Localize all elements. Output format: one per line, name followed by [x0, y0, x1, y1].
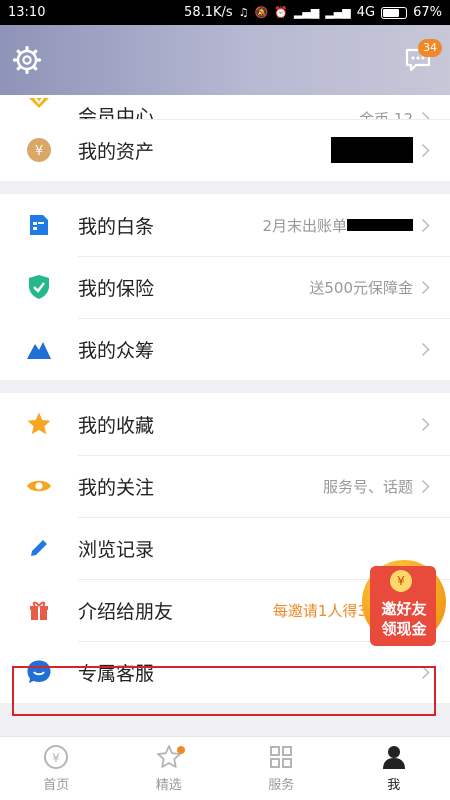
chevron-right-icon [421, 417, 430, 431]
gear-icon[interactable] [12, 45, 42, 75]
menu-item-label: 专属客服 [78, 662, 155, 685]
bill-icon [26, 212, 52, 238]
menu-item-value: 送500元保障金 [309, 277, 430, 298]
menu-item-value: 金币 12 [359, 108, 430, 119]
shield-check-icon [26, 274, 52, 300]
network-type: 4G [356, 5, 376, 20]
menu-item-insurance[interactable]: 我的保险 送500元保障金 [0, 256, 450, 318]
section-gap [0, 380, 450, 393]
grid-icon [270, 746, 293, 768]
menu-item-value: 服务号、话题 [323, 476, 430, 497]
menu-item-label: 我的众筹 [78, 339, 155, 362]
menu-item-label: 会员中心 [78, 106, 155, 119]
invite-cash-promo[interactable]: ¥ 邀好友 领现金 [360, 560, 448, 648]
chevron-right-icon [421, 280, 430, 294]
bottom-tab-bar: ¥ 首页 精选 服务 我 [0, 736, 450, 800]
signal-icon-2: ▂▄▆ [325, 6, 351, 19]
svg-text:¥: ¥ [35, 144, 43, 159]
network-speed: 58.1K/s [184, 5, 233, 20]
menu-item-crowdfunding[interactable]: 我的众筹 [0, 318, 450, 380]
coin-icon: ¥ [390, 570, 412, 592]
menu-item-label: 我的收藏 [78, 414, 155, 437]
menu-item-label: 我的关注 [78, 476, 155, 499]
chat-bubble-icon [26, 659, 52, 685]
mountain-icon [26, 336, 52, 362]
section-gap [0, 181, 450, 194]
headphones-icon: ♫ [238, 6, 249, 19]
menu-item-customer-service[interactable]: 专属客服 [0, 641, 450, 703]
diamond-icon [26, 95, 52, 119]
notification-dot [176, 746, 185, 754]
chevron-right-icon [421, 143, 430, 157]
profile-header: 34 [0, 25, 450, 95]
tab-me[interactable]: 我 [338, 737, 450, 800]
menu-item-my-assets[interactable]: ¥ 我的资产 [0, 119, 450, 181]
status-time: 13:10 [8, 5, 46, 20]
chevron-right-icon [421, 342, 430, 356]
mute-icon: 🔕 [254, 6, 269, 19]
tab-label: 我 [387, 778, 401, 793]
gift-icon [26, 597, 52, 623]
menu-group-1: 会员中心 金币 12 ¥ 我的资产 [0, 95, 450, 181]
menu-item-value [413, 417, 430, 432]
pencil-icon [26, 535, 52, 561]
status-bar: 13:10 58.1K/s ♫ 🔕 ⏰ ▂▄▆ ▂▄▆ 4G 67% [0, 0, 450, 25]
chevron-right-icon [421, 218, 430, 232]
menu-item-label: 我的资产 [78, 140, 155, 163]
tab-home[interactable]: ¥ 首页 [0, 737, 113, 800]
message-badge: 34 [418, 39, 442, 57]
menu-item-value: 2月末出账单 [262, 215, 430, 236]
svg-text:¥: ¥ [52, 751, 60, 765]
chevron-right-icon [421, 479, 430, 493]
person-icon [382, 746, 405, 769]
tab-label: 服务 [268, 778, 295, 793]
status-right: 58.1K/s ♫ 🔕 ⏰ ▂▄▆ ▂▄▆ 4G 67% [184, 5, 442, 20]
chevron-right-icon [421, 111, 430, 119]
eye-icon [26, 473, 52, 499]
chevron-right-icon [421, 665, 430, 679]
redacted-block [331, 137, 413, 163]
menu-item-label: 浏览记录 [78, 538, 155, 561]
yen-coin-icon: ¥ [26, 137, 52, 163]
signal-icon: ▂▄▆ [293, 6, 320, 19]
menu-item-label: 介绍给朋友 [78, 600, 174, 623]
menu-group-3: 我的收藏 我的关注 服务号、话题 浏览记录 介绍给朋友 每邀请1人得3元 专属客… [0, 393, 450, 703]
menu-item-label: 我的白条 [78, 215, 155, 238]
menu-item-baitiao[interactable]: 我的白条 2月末出账单 [0, 194, 450, 256]
menu-item-value [331, 137, 430, 163]
redacted-block [347, 219, 413, 231]
menu-item-value [413, 342, 430, 357]
promo-line1: 邀好友 [381, 600, 427, 618]
battery-level: 67% [413, 5, 442, 20]
menu-item-following[interactable]: 我的关注 服务号、话题 [0, 455, 450, 517]
alarm-icon: ⏰ [274, 6, 288, 19]
promo-line2: 领现金 [381, 620, 427, 638]
star-icon [26, 411, 52, 437]
menu-item-favorites[interactable]: 我的收藏 [0, 393, 450, 455]
tab-services[interactable]: 服务 [225, 737, 338, 800]
tab-label: 首页 [43, 778, 70, 793]
menu-item-value [413, 665, 430, 680]
tab-label: 精选 [155, 778, 182, 793]
tab-featured[interactable]: 精选 [113, 737, 226, 800]
menu-item-label: 我的保险 [78, 277, 155, 300]
menu-group-2: 我的白条 2月末出账单 我的保险 送500元保障金 我的众筹 [0, 194, 450, 380]
yen-circle-icon: ¥ [44, 745, 69, 769]
battery-icon [381, 6, 408, 19]
menu-item-member-center[interactable]: 会员中心 金币 12 [0, 95, 450, 119]
